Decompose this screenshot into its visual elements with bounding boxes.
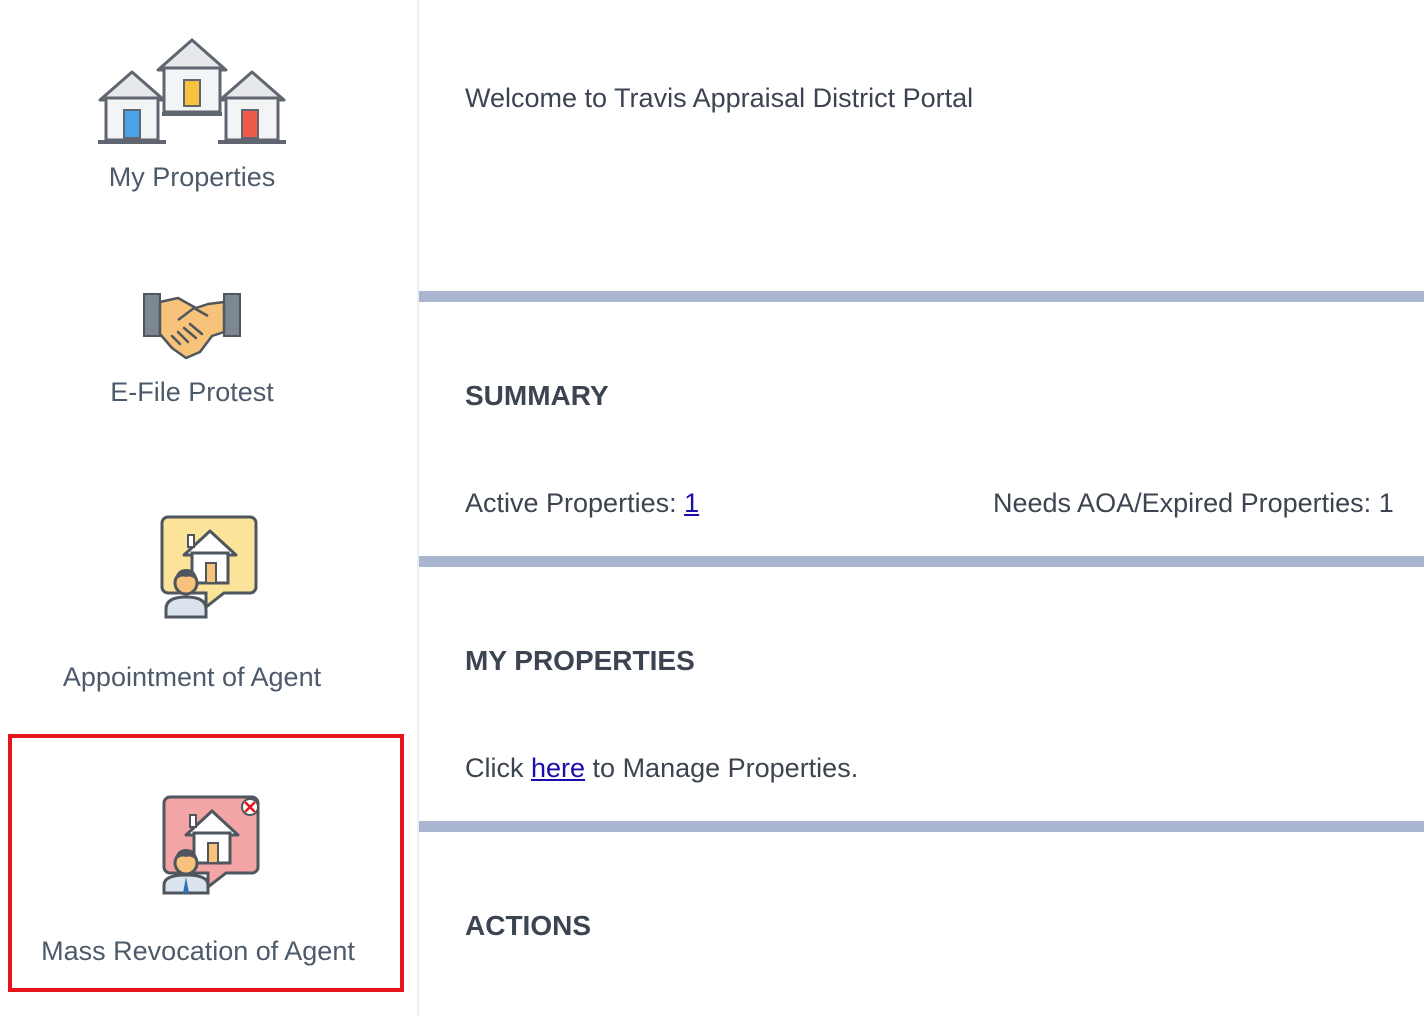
sidebar: My Properties E-File Protest Appointment… (0, 0, 419, 1016)
my-properties-heading: MY PROPERTIES (465, 645, 695, 676)
sidebar-item-appointment-of-agent[interactable]: Appointment of Agent (0, 510, 384, 705)
active-properties-stat: Active Properties: 1 (465, 488, 699, 519)
section-divider (419, 291, 1424, 302)
handshake-icon (142, 290, 242, 367)
manage-properties-prefix: Click (465, 753, 531, 783)
active-properties-link[interactable]: 1 (684, 488, 699, 518)
section-divider (419, 556, 1424, 567)
summary-heading: SUMMARY (465, 380, 609, 411)
needs-aoa-stat: Needs AOA/Expired Properties: 1 (993, 488, 1394, 519)
agent-house-revoke-icon (156, 793, 264, 902)
page: My Properties E-File Protest Appointment… (0, 0, 1424, 1016)
active-properties-label: Active Properties: (465, 488, 685, 518)
welcome-message: Welcome to Travis Appraisal District Por… (465, 83, 974, 113)
sidebar-item-efile-protest[interactable]: E-File Protest (0, 285, 384, 425)
sidebar-item-label: E-File Protest (110, 377, 274, 407)
sidebar-item-label: My Properties (108, 162, 276, 192)
sidebar-item-label: Mass Revocation of Agent (41, 936, 355, 966)
main-content: Welcome to Travis Appraisal District Por… (419, 0, 1424, 1016)
needs-aoa-label: Needs AOA/Expired Properties: (993, 488, 1379, 518)
manage-properties-suffix: to Manage Properties. (585, 753, 859, 783)
section-divider (419, 821, 1424, 832)
manage-properties-link[interactable]: here (531, 753, 585, 783)
manage-properties-text: Click here to Manage Properties. (465, 753, 858, 784)
needs-aoa-value: 1 (1378, 488, 1394, 518)
actions-heading: ACTIONS (465, 910, 591, 941)
agent-house-icon (154, 513, 262, 626)
sidebar-item-my-properties[interactable]: My Properties (0, 30, 384, 210)
houses-icon (96, 36, 288, 153)
sidebar-item-label: Appointment of Agent (62, 662, 322, 692)
sidebar-item-mass-revocation-of-agent[interactable]: Mass Revocation of Agent (8, 734, 404, 992)
